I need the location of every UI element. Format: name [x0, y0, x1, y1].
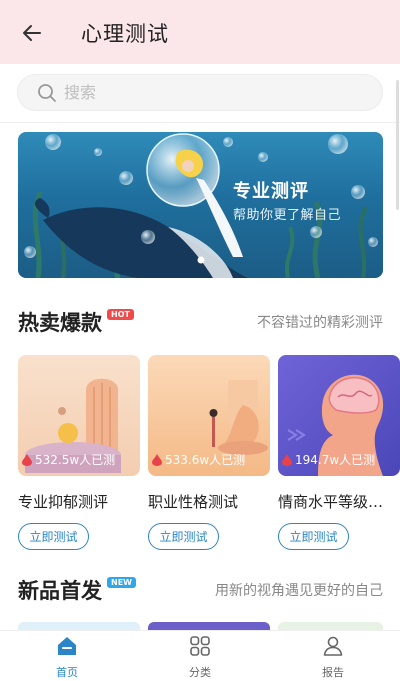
tab-report[interactable]: 报告: [293, 631, 373, 681]
test-card[interactable]: 532.5w人已测 专业抑郁测评 立即测试: [18, 355, 140, 550]
test-count-text: 532.5w人已测: [35, 453, 116, 467]
search-bar: [0, 64, 400, 122]
tab-label: 首页: [56, 666, 78, 679]
start-test-button[interactable]: 立即测试: [278, 523, 349, 550]
page-title: 心理测试: [81, 22, 169, 46]
new-badge: NEW: [107, 577, 136, 588]
test-count: 533.6w人已测: [152, 451, 245, 468]
back-button[interactable]: [18, 19, 46, 47]
tab-label: 分类: [189, 666, 211, 679]
start-test-button[interactable]: 立即测试: [18, 523, 89, 550]
test-card[interactable]: 194.7w人已测 情商水平等级测试 立即测试: [278, 355, 400, 550]
tab-home[interactable]: 首页: [27, 631, 107, 681]
new-section-header: 新品首发 NEW 用新的视角遇见更好的自己: [18, 575, 383, 605]
hot-section-header: 热卖爆款 HOT 不容错过的精彩测评: [18, 307, 383, 337]
test-card[interactable]: 533.6w人已测 职业性格测试 立即测试: [148, 355, 270, 550]
user-icon: [320, 633, 346, 659]
section-subtitle[interactable]: 不容错过的精彩测评: [257, 312, 383, 332]
card-image: 533.6w人已测: [148, 355, 270, 476]
banner-subtitle: 帮助你更了解自己: [233, 208, 342, 223]
test-count-text: 194.7w人已测: [295, 453, 376, 467]
section-title: 新品首发: [18, 579, 102, 603]
divider: [0, 122, 400, 123]
section-subtitle[interactable]: 用新的视角遇见更好的自己: [215, 580, 383, 600]
hot-card-list: 532.5w人已测 专业抑郁测评 立即测试 533.6w人已测 职业性格测试 立…: [18, 355, 400, 550]
test-count: 194.7w人已测: [282, 451, 375, 468]
fire-icon: [152, 453, 162, 466]
grid-icon: [187, 633, 213, 659]
bottom-tab-bar: 首页 分类 报告: [0, 630, 400, 681]
search-icon: [36, 82, 58, 104]
fire-icon: [22, 453, 32, 466]
test-count: 532.5w人已测: [22, 451, 115, 468]
scrollbar[interactable]: [396, 80, 399, 210]
banner-carousel[interactable]: 专业测评 帮助你更了解自己: [18, 132, 383, 278]
app-header: 心理测试: [0, 0, 400, 64]
hot-badge: HOT: [107, 309, 134, 320]
search-input[interactable]: [64, 83, 344, 102]
tab-category[interactable]: 分类: [160, 631, 240, 681]
card-title: 职业性格测试: [148, 493, 239, 511]
card-image: 532.5w人已测: [18, 355, 140, 476]
fire-icon: [282, 453, 292, 466]
arrow-left-icon: [23, 25, 41, 41]
tab-label: 报告: [322, 666, 344, 679]
search-box[interactable]: [17, 74, 383, 111]
start-test-button[interactable]: 立即测试: [148, 523, 219, 550]
home-icon: [54, 633, 80, 659]
card-image: 194.7w人已测: [278, 355, 400, 476]
section-title: 热卖爆款: [18, 311, 102, 335]
test-count-text: 533.6w人已测: [165, 453, 246, 467]
banner-title: 专业测评: [233, 181, 309, 202]
card-title: 专业抑郁测评: [18, 493, 109, 511]
card-title: 情商水平等级测试: [278, 493, 396, 511]
